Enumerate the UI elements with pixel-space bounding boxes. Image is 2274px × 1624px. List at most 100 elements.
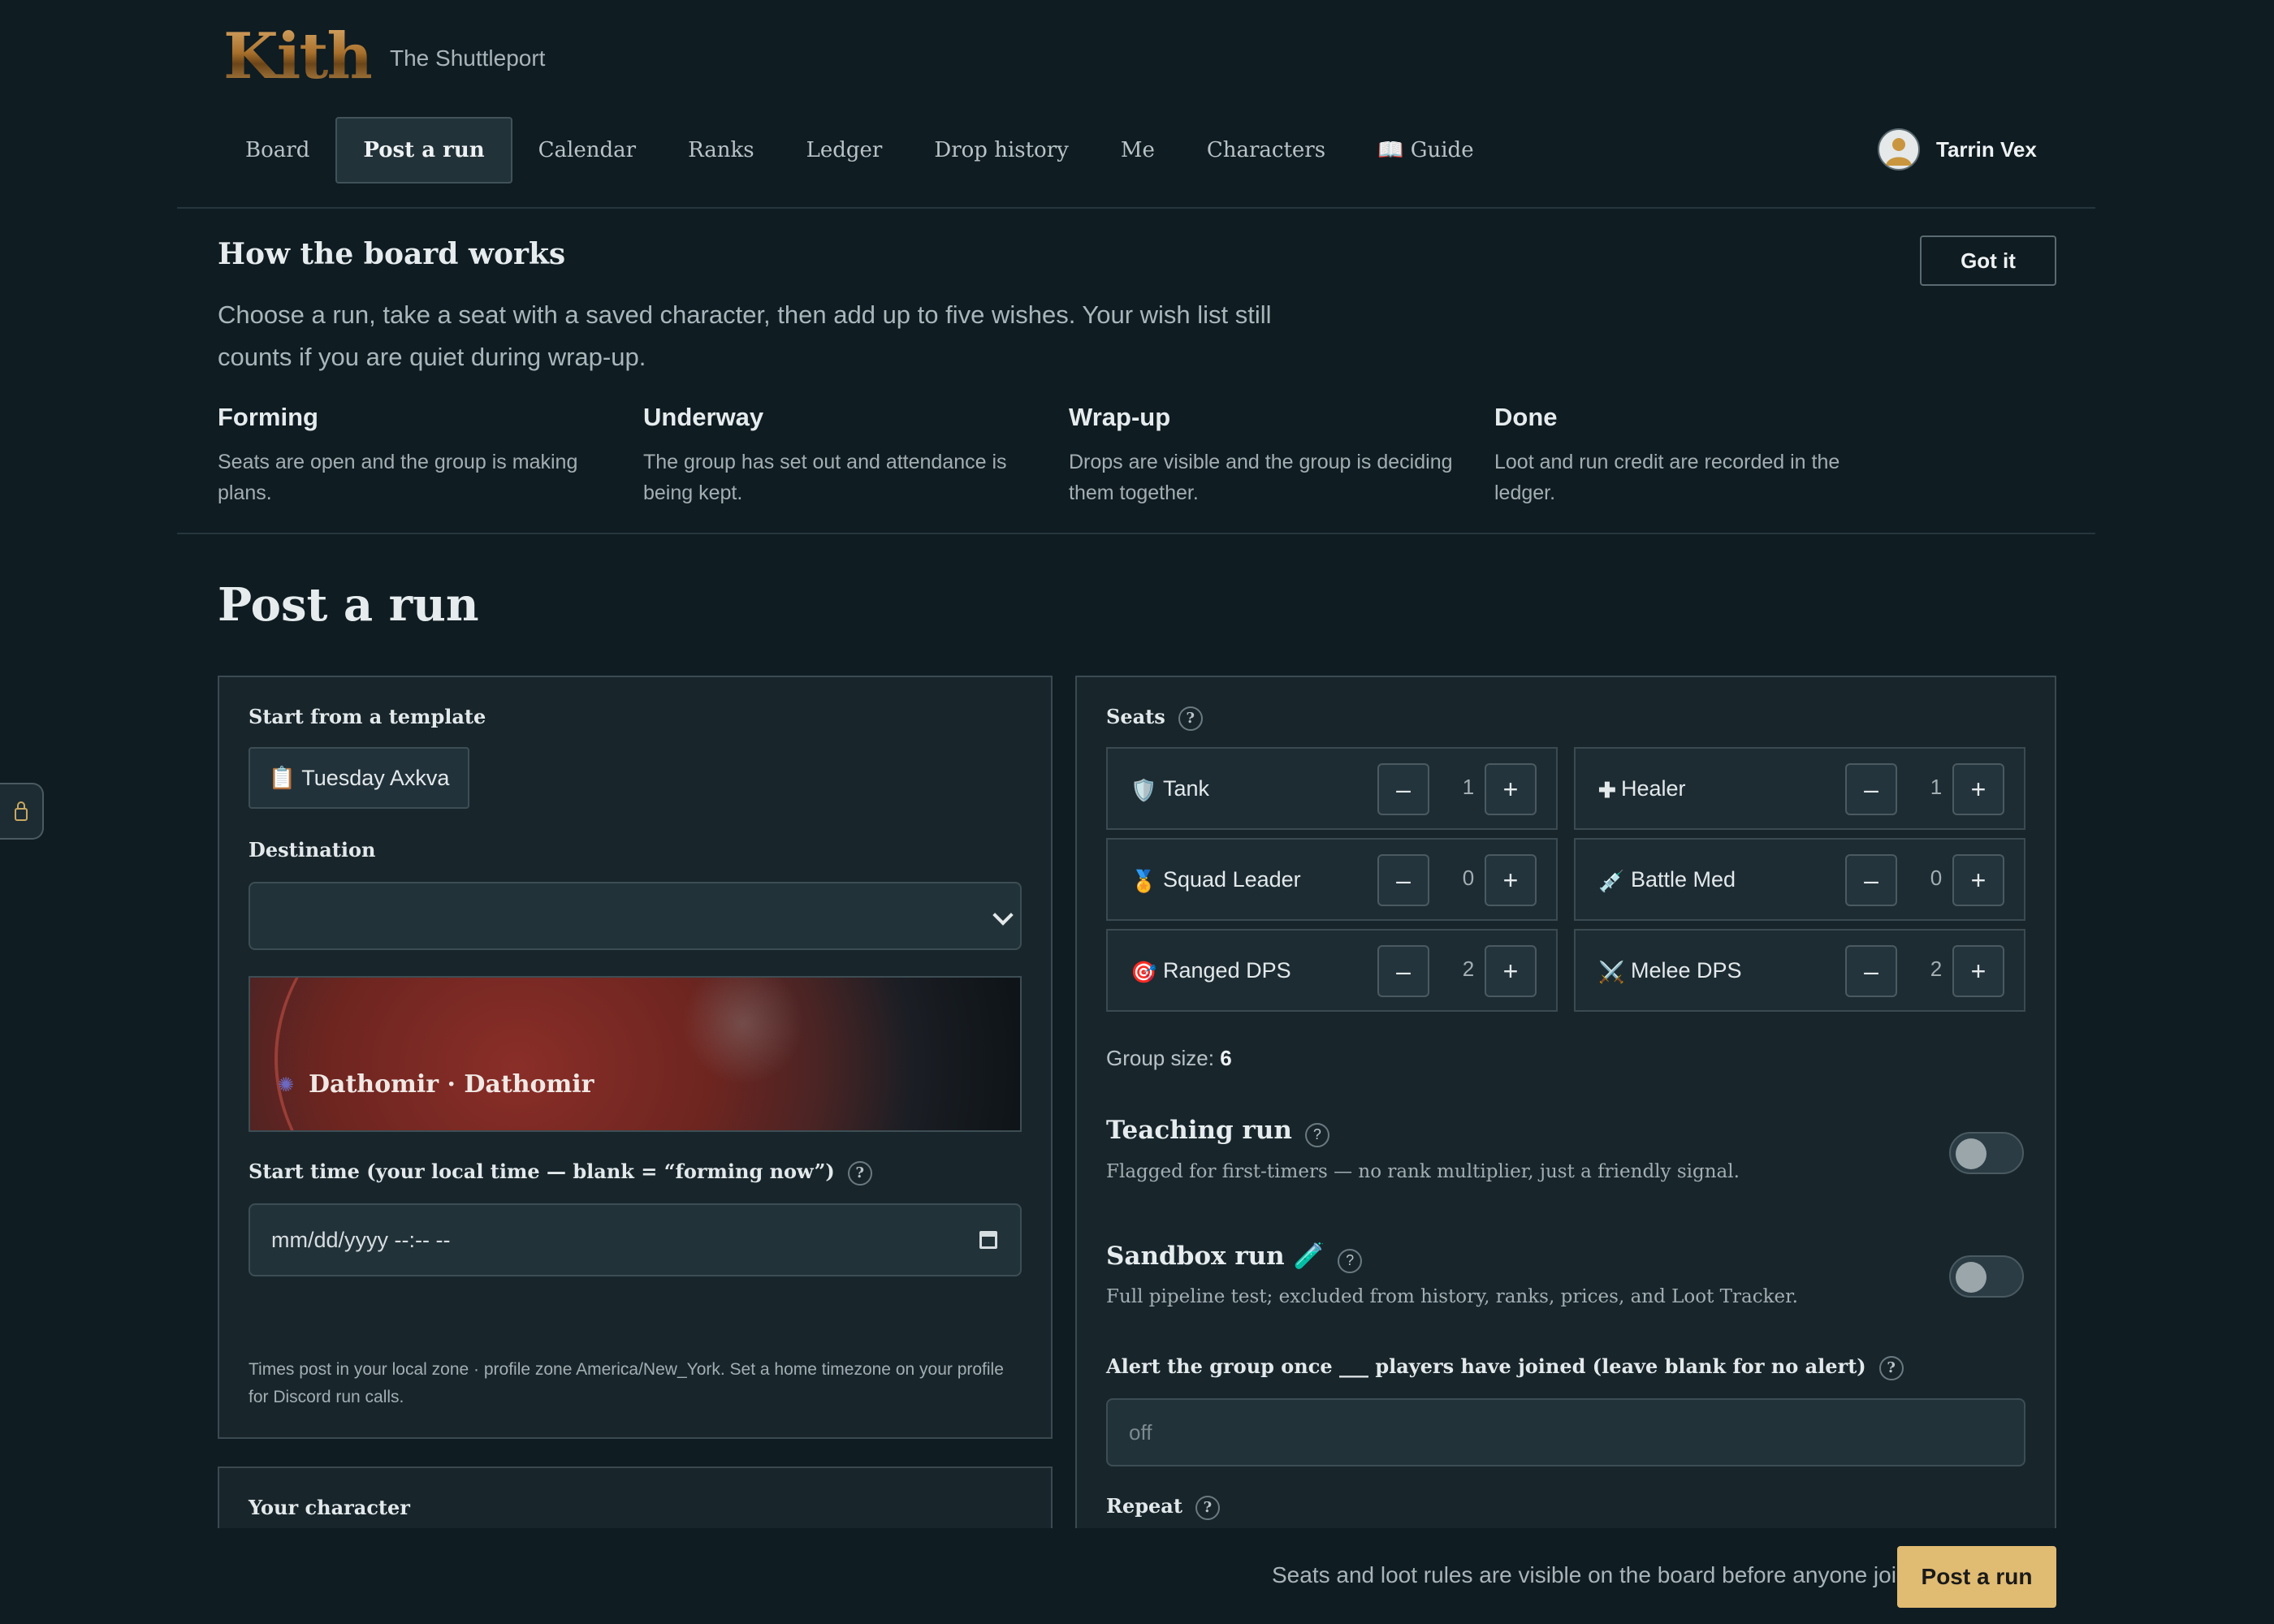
destination-image: ✺ Dathomir · Dathomir bbox=[249, 976, 1022, 1132]
help-icon[interactable]: ? bbox=[1338, 1248, 1363, 1273]
alert-label: Alert the group once ___ players have jo… bbox=[1106, 1354, 1904, 1380]
syringe-icon: 💉 bbox=[1598, 869, 1625, 893]
intro-title: How the board works bbox=[218, 237, 566, 271]
sandbox-run-toggle[interactable] bbox=[1949, 1255, 2024, 1298]
divider bbox=[177, 207, 2095, 209]
stage-title: Forming bbox=[218, 403, 318, 431]
seat-count: 0 bbox=[1462, 866, 1475, 890]
increment-button[interactable]: + bbox=[1952, 945, 2004, 997]
chevron-down-icon bbox=[992, 905, 1014, 926]
destination-select[interactable] bbox=[249, 882, 1022, 950]
stage-done: Done Loot and run credit are recorded in… bbox=[1494, 403, 1892, 508]
stage-desc: Drops are visible and the group is decid… bbox=[1069, 451, 1453, 504]
stage-wrap-up: Wrap-up Drops are visible and the group … bbox=[1069, 403, 1467, 508]
increment-button[interactable]: + bbox=[1485, 854, 1537, 906]
group-size: Group size: 6 bbox=[1106, 1046, 1232, 1071]
alert-placeholder: off bbox=[1129, 1419, 1152, 1445]
stage-title: Wrap-up bbox=[1069, 403, 1171, 431]
seat-count: 1 bbox=[1462, 775, 1475, 799]
toggle-knob bbox=[1956, 1138, 1987, 1169]
teaching-run-desc: Flagged for first-timers — no rank multi… bbox=[1106, 1161, 1740, 1182]
target-icon: 🎯 bbox=[1131, 960, 1157, 984]
nav-post-a-run[interactable]: Post a run bbox=[335, 117, 512, 184]
sandbox-run-option: Sandbox run 🧪? bbox=[1106, 1241, 1363, 1273]
kith-logo[interactable]: Kith bbox=[223, 19, 373, 93]
repeat-label: Repeat? bbox=[1106, 1494, 1220, 1520]
swords-icon: ⚔️ bbox=[1598, 960, 1625, 984]
decrement-button[interactable]: – bbox=[1845, 763, 1897, 815]
help-icon[interactable]: ? bbox=[1178, 706, 1203, 731]
got-it-button[interactable]: Got it bbox=[1920, 235, 2056, 286]
nav-drop-history[interactable]: Drop history bbox=[908, 117, 1094, 184]
sandbox-run-desc: Full pipeline test; excluded from histor… bbox=[1106, 1286, 1798, 1307]
seat-name: Battle Med bbox=[1631, 867, 1736, 892]
user-name: Tarrin Vex bbox=[1936, 136, 2037, 162]
seats-label-text: Seats bbox=[1106, 705, 1165, 728]
increment-button[interactable]: + bbox=[1952, 854, 2004, 906]
seat-name: Squad Leader bbox=[1163, 867, 1301, 892]
template-label: Start from a template bbox=[249, 705, 486, 728]
stage-title: Done bbox=[1494, 403, 1558, 431]
nav-ranks[interactable]: Ranks bbox=[662, 117, 780, 184]
lock-icon bbox=[15, 801, 28, 821]
seat-count: 1 bbox=[1930, 775, 1943, 799]
seat-healer: ✚ Healer – 1 + bbox=[1574, 747, 2025, 830]
seat-squad-leader: 🏅 Squad Leader – 0 + bbox=[1106, 838, 1558, 921]
decrement-button[interactable]: – bbox=[1377, 945, 1429, 997]
cross-icon: ✚ bbox=[1598, 778, 1616, 802]
nav-calendar[interactable]: Calendar bbox=[512, 117, 662, 184]
sandbox-run-title: Sandbox run 🧪 bbox=[1106, 1242, 1325, 1271]
main-nav: Board Post a run Calendar Ranks Ledger D… bbox=[219, 116, 1500, 184]
decrement-button[interactable]: – bbox=[1377, 763, 1429, 815]
increment-button[interactable]: + bbox=[1485, 945, 1537, 997]
help-icon[interactable]: ? bbox=[1304, 1122, 1329, 1147]
teaching-run-title: Teaching run bbox=[1106, 1116, 1292, 1145]
decrement-button[interactable]: – bbox=[1845, 945, 1897, 997]
stage-desc: Seats are open and the group is making p… bbox=[218, 451, 578, 504]
increment-button[interactable]: + bbox=[1485, 763, 1537, 815]
decrement-button[interactable]: – bbox=[1377, 854, 1429, 906]
increment-button[interactable]: + bbox=[1952, 763, 2004, 815]
site-subtitle: The Shuttleport bbox=[390, 45, 546, 71]
help-icon[interactable]: ? bbox=[1195, 1495, 1220, 1520]
medal-icon: 🏅 bbox=[1131, 869, 1157, 893]
teaching-run-toggle[interactable] bbox=[1949, 1132, 2024, 1174]
destination-card-label: Dathomir · Dathomir bbox=[309, 1070, 594, 1099]
planet-limb bbox=[275, 978, 1009, 1130]
intro-description: Choose a run, take a seat with a saved c… bbox=[218, 300, 1272, 371]
timezone-note: Times post in your local zone · profile … bbox=[249, 1360, 1004, 1406]
help-icon[interactable]: ? bbox=[847, 1160, 872, 1186]
side-drawer-tab[interactable] bbox=[0, 783, 44, 840]
post-run-button[interactable]: Post a run bbox=[1897, 1546, 2056, 1608]
template-button[interactable]: 📋 Tuesday Axkva bbox=[249, 747, 469, 809]
teaching-run-option: Teaching run? bbox=[1106, 1116, 1329, 1147]
stage-desc: Loot and run credit are recorded in the … bbox=[1494, 451, 1840, 504]
seat-count: 0 bbox=[1930, 866, 1943, 890]
decrement-button[interactable]: – bbox=[1845, 854, 1897, 906]
seat-tank: 🛡️ Tank – 1 + bbox=[1106, 747, 1558, 830]
user-menu[interactable]: Tarrin Vex bbox=[1878, 128, 2037, 171]
stage-underway: Underway The group has set out and atten… bbox=[643, 403, 1041, 508]
start-time-placeholder: mm/dd/yyyy --:-- -- bbox=[271, 1227, 451, 1252]
help-icon[interactable]: ? bbox=[1878, 1355, 1904, 1380]
nav-board[interactable]: Board bbox=[219, 117, 335, 184]
nav-characters[interactable]: Characters bbox=[1181, 117, 1351, 184]
alert-threshold-input[interactable]: off bbox=[1106, 1398, 2025, 1466]
nav-me[interactable]: Me bbox=[1095, 117, 1181, 184]
user-icon bbox=[1886, 138, 1912, 166]
nav-guide[interactable]: 📖 Guide bbox=[1351, 117, 1500, 184]
calendar-icon[interactable] bbox=[979, 1231, 997, 1249]
seat-battle-med: 💉 Battle Med – 0 + bbox=[1574, 838, 2025, 921]
start-time-label-text: Start time (your local time — blank = “f… bbox=[249, 1160, 835, 1183]
divider bbox=[177, 533, 2095, 534]
footer-note: Seats and loot rules are visible on the … bbox=[1272, 1562, 1927, 1587]
seat-name: Ranged DPS bbox=[1163, 958, 1291, 983]
nav-ledger[interactable]: Ledger bbox=[780, 117, 909, 184]
seat-count: 2 bbox=[1462, 957, 1475, 981]
start-time-input[interactable]: mm/dd/yyyy --:-- -- bbox=[249, 1203, 1022, 1276]
group-size-value: 6 bbox=[1220, 1046, 1232, 1070]
start-time-label: Start time (your local time — blank = “f… bbox=[249, 1160, 872, 1186]
page-title: Post a run bbox=[218, 578, 479, 632]
seat-name: Tank bbox=[1163, 776, 1210, 801]
destination-label: Destination bbox=[249, 838, 376, 862]
